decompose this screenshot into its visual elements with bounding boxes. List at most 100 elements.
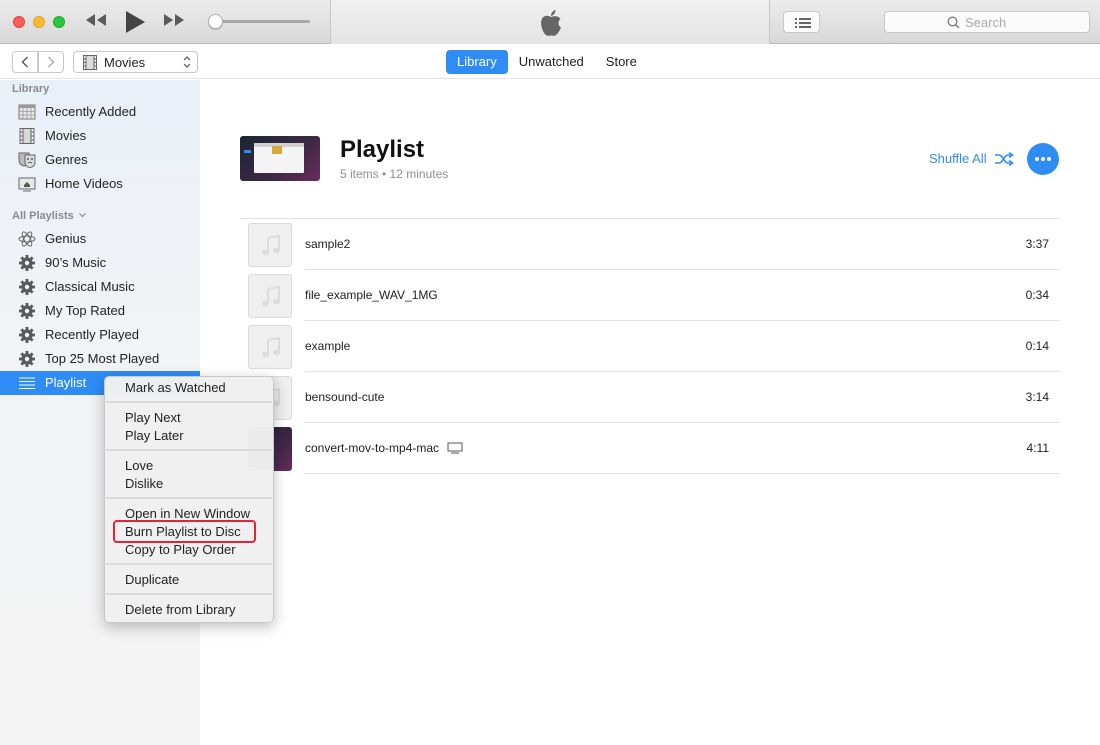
close-window-button[interactable] bbox=[13, 16, 25, 28]
sidebar-item-label: Home Videos bbox=[45, 176, 123, 191]
list-icon bbox=[19, 377, 35, 389]
sidebar-item-my-top-rated[interactable]: My Top Rated bbox=[0, 299, 200, 323]
menu-item-play-next[interactable]: Play Next bbox=[125, 409, 181, 427]
menu-item-dislike[interactable]: Dislike bbox=[125, 475, 163, 493]
up-next-list-button[interactable] bbox=[783, 11, 820, 33]
ellipsis-dot bbox=[1041, 157, 1045, 161]
gear-icon bbox=[19, 327, 35, 343]
fast-forward-button[interactable] bbox=[162, 10, 186, 35]
menu-item-mark-as-watched[interactable]: Mark as Watched bbox=[125, 379, 226, 397]
shuffle-all-button[interactable]: Shuffle All bbox=[929, 151, 1015, 167]
track-title: file_example_WAV_1MG bbox=[305, 288, 438, 302]
sidebar-item-genius[interactable]: Genius bbox=[0, 227, 200, 251]
playlist-view: Playlist 5 items • 12 minutes Shuffle Al… bbox=[200, 80, 1100, 745]
sidebar-item-movies[interactable]: Movies bbox=[0, 124, 200, 148]
track-title: sample2 bbox=[305, 237, 351, 251]
back-button[interactable] bbox=[12, 51, 38, 73]
play-button[interactable] bbox=[124, 9, 146, 40]
ellipsis-icon bbox=[1035, 157, 1039, 161]
music-note-icon bbox=[262, 235, 280, 256]
fast-forward-icon bbox=[164, 14, 184, 26]
menu-item-love[interactable]: Love bbox=[125, 457, 153, 475]
music-note-icon bbox=[262, 286, 280, 307]
sidebar-item-recently-played[interactable]: Recently Played bbox=[0, 323, 200, 347]
gear-icon bbox=[19, 255, 35, 271]
track-row[interactable]: file_example_WAV_1MG 0:34 bbox=[240, 270, 1060, 321]
media-tabs: Library Unwatched Store bbox=[446, 50, 648, 74]
context-menu: Mark as Watched Play Next Play Later Love Di… bbox=[104, 376, 274, 623]
track-duration: 3:14 bbox=[1025, 390, 1049, 404]
home-video-icon bbox=[18, 177, 36, 192]
list-icon bbox=[795, 18, 811, 28]
sidebar-item-top-25-most-played[interactable]: Top 25 Most Played bbox=[0, 347, 200, 371]
chevron-down-icon bbox=[78, 213, 86, 218]
sidebar-item-label: Playlist bbox=[45, 375, 87, 390]
media-kind-select[interactable]: Movies bbox=[73, 51, 198, 73]
track-row[interactable]: bensound-cute 3:14 bbox=[240, 372, 1060, 423]
track-duration: 4:11 bbox=[1026, 441, 1049, 455]
sidebar-item-classical-music[interactable]: Classical Music bbox=[0, 275, 200, 299]
film-icon bbox=[83, 55, 97, 70]
playlist-title: Playlist bbox=[340, 136, 425, 163]
playlist-artwork bbox=[240, 136, 320, 181]
sidebar-item-90s-music[interactable]: 90’s Music bbox=[0, 251, 200, 275]
navigation-bar: Movies Library Unwatched Store bbox=[0, 45, 1100, 79]
track-name: convert-mov-to-mp4-mac bbox=[305, 441, 463, 455]
sidebar-item-recently-added[interactable]: Recently Added bbox=[0, 100, 200, 124]
apple-logo-icon bbox=[541, 10, 561, 36]
highlight-annotation bbox=[113, 520, 256, 543]
tab-store[interactable]: Store bbox=[595, 50, 648, 74]
track-name: bensound-cute bbox=[305, 390, 384, 404]
zoom-window-button[interactable] bbox=[53, 16, 65, 28]
track-name: sample2 bbox=[305, 237, 350, 251]
more-options-button[interactable] bbox=[1027, 143, 1059, 175]
film-icon bbox=[19, 128, 35, 144]
sidebar-item-genres[interactable]: Genres bbox=[0, 148, 200, 172]
gear-icon bbox=[19, 303, 35, 319]
menu-separator bbox=[106, 563, 272, 565]
menu-separator bbox=[106, 401, 272, 403]
minimize-window-button[interactable] bbox=[33, 16, 45, 28]
sidebar-item-label: Recently Added bbox=[45, 104, 137, 119]
track-title: bensound-cute bbox=[305, 390, 385, 404]
volume-slider-knob[interactable] bbox=[208, 14, 223, 29]
track-title: example bbox=[305, 339, 351, 353]
menu-item-duplicate[interactable]: Duplicate bbox=[125, 571, 179, 589]
sidebar-item-home-videos[interactable]: Home Videos bbox=[0, 172, 200, 196]
tab-unwatched[interactable]: Unwatched bbox=[508, 50, 595, 74]
volume-slider-track[interactable] bbox=[216, 20, 310, 23]
rewind-button[interactable] bbox=[84, 10, 108, 35]
track-row[interactable]: convert-mov-to-mp4-mac 4:11 bbox=[240, 423, 1060, 474]
tab-library[interactable]: Library bbox=[446, 50, 508, 74]
menu-separator bbox=[106, 449, 272, 451]
menu-item-copy-to-play-order[interactable]: Copy to Play Order bbox=[125, 541, 236, 559]
gear-icon bbox=[19, 279, 35, 295]
menu-item-delete-from-library[interactable]: Delete from Library bbox=[125, 601, 236, 619]
menu-separator bbox=[106, 593, 272, 595]
lcd-display bbox=[330, 0, 770, 44]
all-playlists-section-header[interactable]: All Playlists bbox=[12, 210, 86, 222]
track-name: example bbox=[305, 339, 350, 353]
track-artwork bbox=[248, 223, 292, 267]
forward-button[interactable] bbox=[38, 51, 64, 73]
rewind-icon bbox=[86, 14, 106, 26]
library-section-header: Library bbox=[12, 83, 50, 95]
track-row[interactable]: sample2 3:37 bbox=[240, 219, 1060, 270]
track-artwork bbox=[248, 274, 292, 318]
sidebar-item-label: Genres bbox=[45, 152, 88, 167]
grid-icon bbox=[18, 104, 36, 120]
search-input[interactable]: Search bbox=[884, 11, 1090, 33]
menu-item-play-later[interactable]: Play Later bbox=[125, 427, 184, 445]
search-icon bbox=[947, 16, 960, 29]
title-bar: Search bbox=[0, 0, 1100, 44]
track-duration: 3:37 bbox=[1025, 237, 1049, 251]
play-icon bbox=[126, 11, 145, 33]
track-row[interactable]: example 0:14 bbox=[240, 321, 1060, 372]
track-title: convert-mov-to-mp4-mac bbox=[305, 441, 440, 455]
menu-separator bbox=[106, 497, 272, 499]
divider bbox=[305, 473, 1060, 474]
all-playlists-label: All Playlists bbox=[12, 210, 74, 222]
sidebar-item-label: Movies bbox=[45, 128, 87, 143]
track-duration: 0:14 bbox=[1025, 339, 1049, 353]
sidebar-item-label: My Top Rated bbox=[45, 303, 125, 318]
